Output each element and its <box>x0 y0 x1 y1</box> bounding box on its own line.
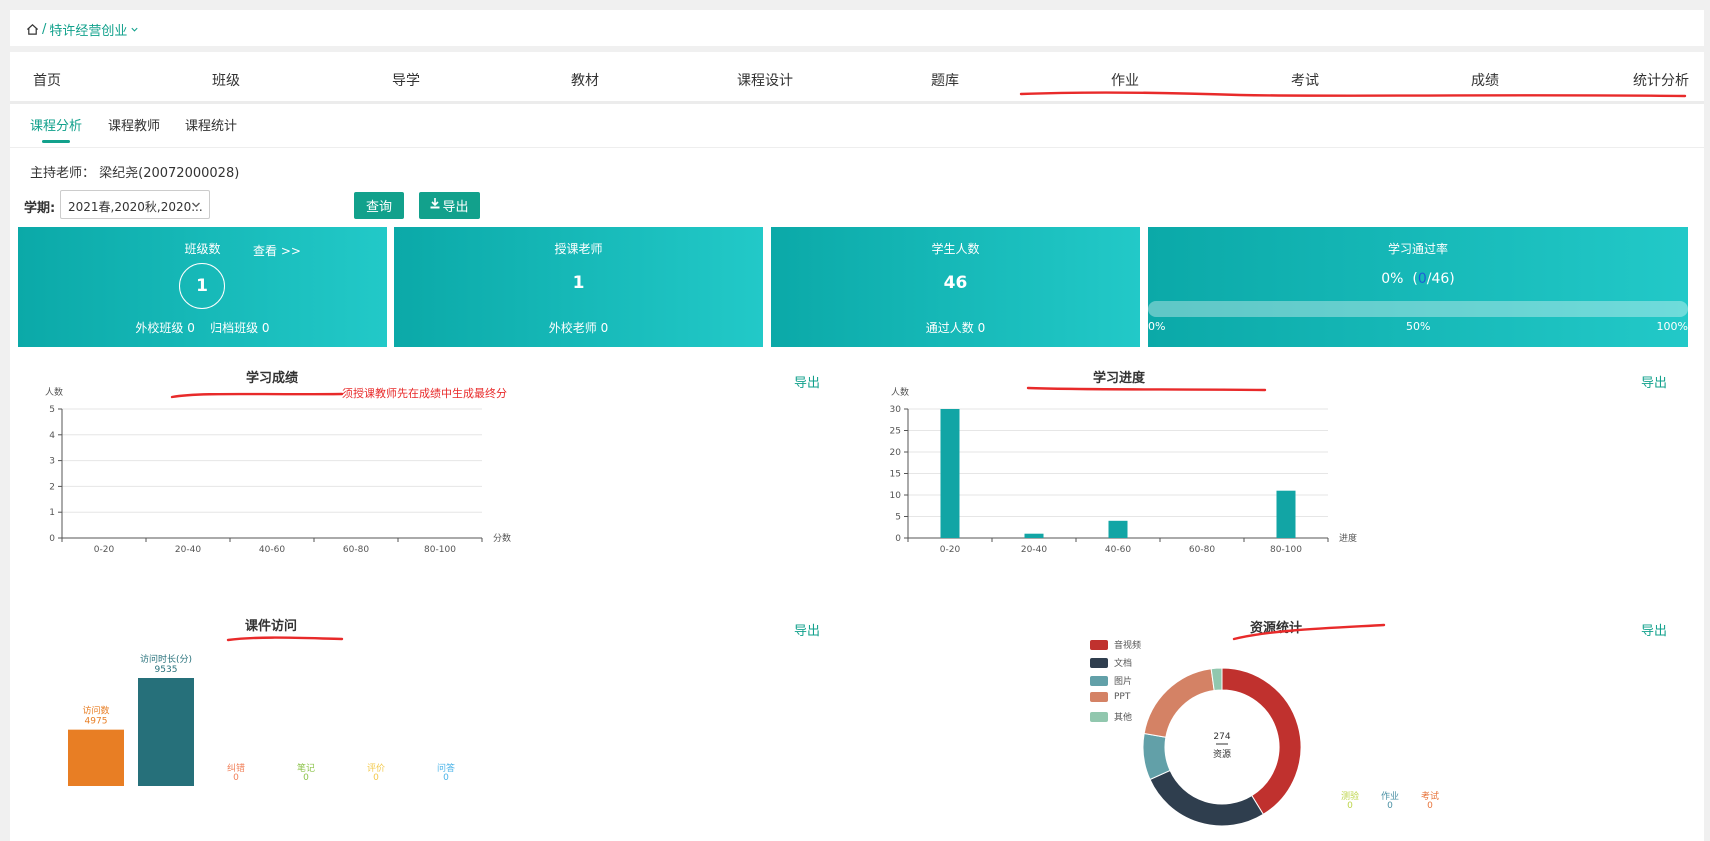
x-tick-label: 0-20 <box>94 545 115 555</box>
legend-swatch <box>1090 711 1108 722</box>
y-tick-label: 0 <box>49 534 55 544</box>
legend-swatch <box>1090 692 1108 702</box>
x-tick-label: 80-100 <box>1270 545 1302 555</box>
progress-chart: 0 5 10 15 20 25 30 人数进度 0-20 20-40 40-60 60-80 80-10… <box>890 386 1357 555</box>
x-tick-label: 20-40 <box>175 545 201 555</box>
bar <box>940 409 960 538</box>
donut-slice <box>1143 668 1215 738</box>
visit-bar-value: 0 <box>373 773 379 783</box>
visit-bar-value: 0 <box>303 773 309 783</box>
x-tick-label: 80-100 <box>424 545 456 555</box>
y-tick-label: 5 <box>895 513 901 523</box>
visit-bar-value: 4975 <box>85 717 108 727</box>
y-tick-label: 2 <box>49 482 55 492</box>
annotation-strokes <box>170 91 1687 642</box>
donut-center-label: 资源 <box>1213 749 1231 760</box>
y-tick-label: 20 <box>890 448 902 458</box>
bar <box>1276 490 1296 538</box>
legend-label: 图片 <box>1114 677 1133 687</box>
legend-swatch <box>1090 675 1108 686</box>
visit-bar-name: 访问时长(分) <box>140 653 192 665</box>
visit-bar-value: 0 <box>443 773 449 783</box>
y-tick-label: 0 <box>895 534 901 544</box>
donut-slice <box>1149 769 1265 827</box>
y-tick-label: 10 <box>890 491 902 501</box>
bar <box>1108 520 1128 538</box>
legend-swatch <box>1090 639 1108 650</box>
y-tick-label: 4 <box>49 431 55 441</box>
legend-item[interactable]: 文档 <box>1090 656 1132 669</box>
visit-bar <box>68 729 124 786</box>
x-axis-label: 分数 <box>493 532 511 544</box>
legend-label: 文档 <box>1114 659 1133 669</box>
resources-chart: 274资源测验0作业0考试0 <box>1142 667 1439 827</box>
y-tick-label: 5 <box>49 405 55 415</box>
donut-center-value: 274 <box>1213 732 1230 742</box>
resource-extra-value: 0 <box>1427 801 1433 811</box>
x-tick-label: 60-80 <box>343 545 369 555</box>
x-tick-label: 0-20 <box>940 545 961 555</box>
legend-item[interactable]: PPT <box>1090 692 1130 702</box>
legend-item[interactable]: 音视频 <box>1090 638 1141 651</box>
y-axis-label: 人数 <box>45 386 63 398</box>
x-tick-label: 20-40 <box>1021 545 1047 555</box>
y-tick-label: 25 <box>890 427 901 437</box>
visit-bar <box>138 678 194 786</box>
charts-canvas: 0 1 2 3 4 5 人数分数 0-20 20-40 40-60 60-80 80-100 0 5 10… <box>45 91 1687 827</box>
legend-item[interactable]: 图片 <box>1090 674 1132 687</box>
annotation-underline-progress <box>1026 386 1267 392</box>
y-tick-label: 1 <box>49 508 55 518</box>
y-tick-label: 3 <box>49 457 55 467</box>
y-tick-label: 15 <box>890 470 901 480</box>
annotation-underline-scores <box>170 392 344 399</box>
visits-chart: 访问数4975访问时长(分)9535纠错0笔记0评价0问答0 <box>68 653 455 786</box>
legend-label: PPT <box>1114 692 1131 702</box>
bar <box>1024 533 1044 538</box>
donut-slice <box>1221 667 1302 816</box>
resource-extra-value: 0 <box>1347 801 1353 811</box>
scores-chart: 0 1 2 3 4 5 人数分数 0-20 20-40 40-60 60-80 80-100 <box>45 386 511 555</box>
legend-label: 其他 <box>1114 713 1133 723</box>
donut-slice <box>1142 732 1171 781</box>
x-tick-label: 60-80 <box>1189 545 1215 555</box>
x-tick-label: 40-60 <box>1105 545 1131 555</box>
visit-bar-value: 9535 <box>155 665 178 675</box>
legend-item[interactable]: 其他 <box>1090 710 1132 723</box>
legend-swatch <box>1090 657 1108 668</box>
resource-extra-value: 0 <box>1387 801 1393 811</box>
x-axis-label: 进度 <box>1339 532 1357 544</box>
annotation-underline-resources <box>1232 623 1386 641</box>
annotation-underline-visits <box>226 636 344 642</box>
annotation-underline-nav <box>1019 91 1687 98</box>
visit-bar-value: 0 <box>233 773 239 783</box>
y-tick-label: 30 <box>890 405 902 415</box>
legend-label: 音视频 <box>1114 641 1142 651</box>
x-tick-label: 40-60 <box>259 545 285 555</box>
y-axis-label: 人数 <box>891 386 909 398</box>
visit-bar-name: 访问数 <box>82 705 109 717</box>
